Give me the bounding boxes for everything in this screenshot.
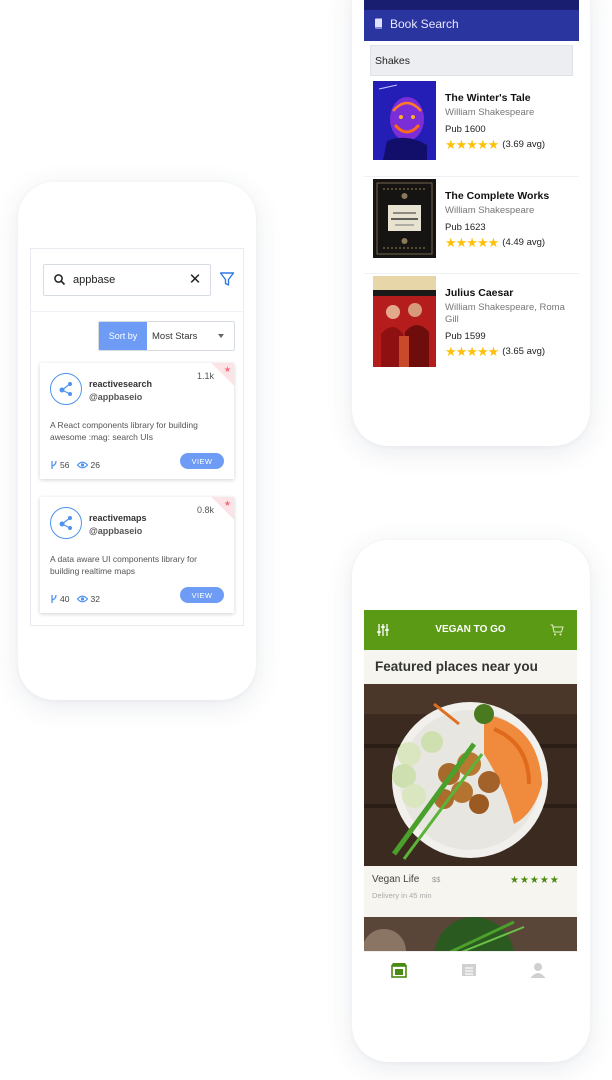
rating-avg: (3.69 avg) bbox=[502, 139, 546, 150]
view-button[interactable]: VIEW bbox=[180, 453, 224, 469]
book-cover bbox=[373, 179, 436, 258]
book-author: William Shakespeare, Roma Gill bbox=[445, 302, 565, 325]
app-title: VEGAN TO GO bbox=[435, 624, 506, 635]
book-author: William Shakespeare bbox=[445, 205, 535, 216]
fork-icon bbox=[51, 460, 57, 469]
fork-stat: 56 bbox=[50, 460, 69, 470]
repo-stats: 56 26 bbox=[50, 460, 108, 470]
place-name[interactable]: Vegan Life bbox=[372, 874, 419, 885]
repo-owner: @appbaseio bbox=[89, 392, 143, 402]
store-icon[interactable] bbox=[390, 961, 408, 979]
app-title: Book Search bbox=[390, 17, 459, 31]
fork-count: 40 bbox=[60, 594, 70, 604]
cart-icon[interactable] bbox=[550, 624, 564, 636]
rating-avg: (3.65 avg) bbox=[502, 346, 546, 357]
star-count: 1.1k bbox=[196, 371, 214, 381]
star-rating-icon: ★★★★★ bbox=[445, 235, 499, 250]
list-item[interactable]: The Complete Works William Shakespeare P… bbox=[364, 176, 579, 274]
fork-icon bbox=[51, 594, 57, 603]
avatar bbox=[50, 373, 82, 405]
book-icon bbox=[375, 18, 382, 29]
profile-icon[interactable] bbox=[529, 961, 547, 979]
chevron-down-icon bbox=[218, 334, 224, 338]
repo-stats: 40 32 bbox=[50, 594, 108, 604]
share-network-icon bbox=[59, 516, 72, 530]
book-title: Julius Caesar bbox=[445, 287, 514, 299]
clear-icon[interactable]: ✕ bbox=[188, 272, 202, 288]
star-rating-icon: ★★★★★ bbox=[510, 875, 560, 886]
watch-count: 26 bbox=[90, 460, 100, 470]
repo-description: A data aware UI components library for b… bbox=[50, 554, 197, 576]
star-icon: ★ bbox=[223, 499, 231, 508]
book-search-screen: Book Search The Winter's Tale William Sh… bbox=[364, 0, 579, 375]
book-author: William Shakespeare bbox=[445, 107, 535, 118]
avatar bbox=[50, 507, 82, 539]
fork-stat: 40 bbox=[50, 594, 69, 604]
view-button[interactable]: VIEW bbox=[180, 587, 224, 603]
star-icon: ★ bbox=[223, 365, 231, 374]
bottom-nav bbox=[364, 951, 577, 986]
book-cover bbox=[373, 276, 436, 367]
app-header: VEGAN TO GO bbox=[364, 610, 577, 650]
github-search-screen: ✕ Sort by Most Stars ★ 1.1k reactivesear… bbox=[30, 248, 244, 626]
repo-name[interactable]: reactivemaps bbox=[89, 513, 147, 523]
repo-owner: @appbaseio bbox=[89, 526, 143, 536]
watch-stat: 32 bbox=[77, 594, 100, 604]
book-cover bbox=[373, 81, 436, 160]
search-bar[interactable]: ✕ bbox=[43, 264, 211, 296]
list-item[interactable]: The Winter's Tale William Shakespeare Pu… bbox=[364, 79, 579, 177]
eye-icon bbox=[77, 461, 89, 469]
repo-description: A React components library for building … bbox=[50, 420, 198, 442]
repo-name[interactable]: reactivesearch bbox=[89, 379, 152, 389]
share-network-icon bbox=[59, 382, 72, 396]
rating-avg: (4.49 avg) bbox=[502, 237, 546, 248]
book-pub-year: Pub 1623 bbox=[445, 222, 486, 233]
filter-icon[interactable] bbox=[219, 271, 235, 287]
repo-card: ★ 1.1k reactivesearch @appbaseio A React… bbox=[40, 363, 234, 479]
sort-select[interactable]: Most Stars bbox=[147, 322, 234, 350]
list-item[interactable]: Julius Caesar William Shakespeare, Roma … bbox=[364, 273, 579, 371]
app-header: Book Search bbox=[364, 0, 579, 41]
search-input[interactable] bbox=[370, 45, 573, 76]
star-rating-icon: ★★★★★ bbox=[445, 344, 499, 359]
star-rating-icon: ★★★★★ bbox=[445, 137, 499, 152]
book-rating: ★★★★★ (4.49 avg) bbox=[445, 236, 545, 249]
star-count: 0.8k bbox=[196, 505, 214, 515]
book-title: The Complete Works bbox=[445, 190, 550, 202]
eye-icon bbox=[77, 595, 89, 603]
delivery-time: Delivery in 45 min bbox=[372, 891, 432, 900]
book-pub-year: Pub 1600 bbox=[445, 124, 486, 135]
watch-stat: 26 bbox=[77, 460, 100, 470]
fork-count: 56 bbox=[60, 460, 70, 470]
sort-label: Sort by bbox=[99, 322, 147, 350]
repo-card: ★ 0.8k reactivemaps @appbaseio A data aw… bbox=[40, 497, 234, 613]
food-photo[interactable] bbox=[364, 684, 577, 866]
book-pub-year: Pub 1599 bbox=[445, 331, 486, 342]
menu-list-icon[interactable] bbox=[460, 961, 478, 979]
sort-dropdown[interactable]: Sort by Most Stars bbox=[98, 321, 235, 351]
price-level: $$ bbox=[432, 875, 441, 884]
section-title: Featured places near you bbox=[375, 659, 538, 674]
watch-count: 32 bbox=[90, 594, 100, 604]
book-rating: ★★★★★ (3.65 avg) bbox=[445, 345, 545, 358]
sort-value: Most Stars bbox=[152, 330, 198, 342]
search-input[interactable] bbox=[73, 274, 183, 286]
food-photo[interactable] bbox=[364, 917, 577, 955]
book-title: The Winter's Tale bbox=[445, 92, 531, 104]
vegan-app-screen: VEGAN TO GO Featured places near you Veg… bbox=[364, 610, 577, 986]
divider bbox=[31, 311, 243, 312]
search-icon bbox=[54, 274, 66, 286]
book-rating: ★★★★★ (3.69 avg) bbox=[445, 138, 545, 151]
